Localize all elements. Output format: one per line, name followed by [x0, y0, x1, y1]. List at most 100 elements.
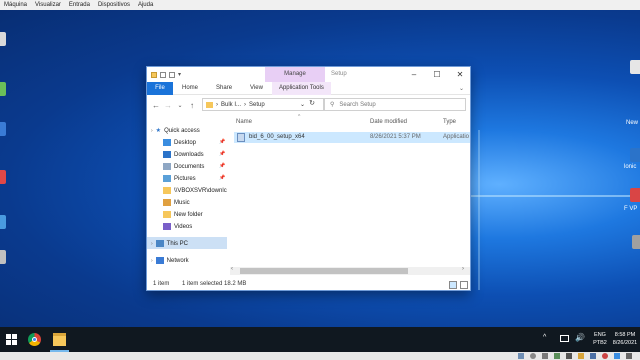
title-bar: ▾ Manage Setup – ☐ ✕ [147, 67, 470, 82]
pin-icon: 📌 [219, 163, 226, 169]
network-tray-icon[interactable] [560, 335, 569, 342]
vbox-network-icon[interactable] [554, 353, 560, 359]
tab-home[interactable]: Home [173, 85, 207, 91]
tab-share[interactable]: Share [207, 85, 241, 91]
vbox-audio-icon[interactable] [542, 353, 548, 359]
nav-downloads[interactable]: Downloads [163, 149, 204, 160]
desktop-icon-partial[interactable] [0, 82, 6, 96]
keyboard-layout: PTB2 [593, 340, 607, 346]
downloads-icon [163, 151, 171, 158]
status-item-count: 1 item [153, 281, 170, 287]
column-header-type[interactable]: Type [443, 119, 456, 125]
desktop-icon-fvp[interactable] [630, 188, 640, 202]
details-view-icon[interactable] [449, 281, 457, 289]
nav-quick-access[interactable]: › ★ Quick access [151, 125, 200, 136]
clock[interactable]: 8:58 PM 8/26/2021 [610, 331, 640, 347]
file-explorer-icon[interactable] [53, 333, 66, 346]
vbox-mouse-icon[interactable] [626, 353, 632, 359]
tab-file[interactable]: File [147, 81, 173, 95]
folder-icon [151, 71, 157, 78]
status-bar: 1 item 1 item selected 18.2 MB [147, 279, 470, 291]
language-indicator[interactable]: ENG PTB2 [590, 331, 610, 347]
menu-dispositivos[interactable]: Dispositivos [94, 2, 134, 8]
setup-exe-icon [237, 133, 245, 142]
vbox-cpu-icon[interactable] [614, 353, 620, 359]
nav-label: Pictures [174, 175, 196, 182]
pin-icon: 📌 [219, 151, 226, 157]
file-explorer-window: ▾ Manage Setup – ☐ ✕ File Home Share Vie… [146, 66, 471, 291]
nav-this-pc[interactable]: › This PC [151, 238, 188, 249]
vbox-disk-icon[interactable] [518, 353, 524, 359]
file-date: 8/26/2021 5:37 PM [370, 134, 421, 140]
nav-vboxsvr-share[interactable]: \\VBOXSVR\downlc [163, 185, 227, 196]
column-header-name[interactable]: Name [236, 119, 252, 125]
nav-music[interactable]: Music [163, 197, 190, 208]
nav-pictures[interactable]: Pictures [163, 173, 196, 184]
menu-visualizar[interactable]: Visualizar [31, 2, 65, 8]
desktop-icon-partial[interactable] [0, 32, 6, 46]
refresh-icon[interactable]: ↻ [306, 98, 318, 110]
qat-dropdown-icon[interactable]: ▾ [178, 71, 181, 78]
menu-maquina[interactable]: Máquina [0, 2, 31, 8]
nav-network[interactable]: › Network [151, 255, 189, 266]
vbox-optical-icon[interactable] [530, 353, 536, 359]
desktop-icon-partial[interactable] [632, 235, 640, 249]
expand-chevron-icon[interactable]: › [151, 128, 153, 134]
up-arrow-icon[interactable]: ↑ [186, 101, 198, 110]
vbox-display-icon[interactable] [590, 353, 596, 359]
tab-application-tools[interactable]: Application Tools [271, 81, 331, 95]
scrollbar-thumb[interactable] [240, 268, 408, 274]
nav-label: Videos [174, 223, 193, 230]
address-dropdown-icon[interactable]: ⌄ [300, 101, 305, 108]
new-folder-icon[interactable] [169, 71, 175, 78]
forward-arrow-icon[interactable]: → [162, 101, 174, 110]
large-icons-view-icon[interactable] [460, 281, 468, 289]
expand-chevron-icon[interactable]: › [151, 241, 153, 247]
nav-desktop[interactable]: Desktop [163, 137, 196, 148]
breadcrumb-setup[interactable]: Setup [249, 102, 265, 108]
desktop-icon-partial[interactable] [0, 215, 6, 229]
sort-arrow-icon: ^ [298, 114, 301, 120]
vbox-usb-icon[interactable] [566, 353, 572, 359]
expand-ribbon-icon[interactable]: ⌄ [459, 85, 464, 92]
tray-overflow-icon[interactable]: ^ [543, 334, 546, 341]
vbox-capture-icon[interactable] [602, 353, 608, 359]
column-header-date[interactable]: Date modified [370, 119, 407, 125]
back-arrow-icon[interactable]: ← [150, 101, 162, 110]
breadcrumb-bulk[interactable]: Bulk I... [221, 102, 241, 108]
desktop-icon-partial[interactable] [0, 122, 6, 136]
minimize-button[interactable]: – [403, 67, 425, 82]
vbox-menu-bar: Máquina Visualizar Entrada Dispositivos … [0, 0, 640, 10]
scroll-left-icon[interactable]: ‹ [231, 266, 233, 272]
menu-entrada[interactable]: Entrada [65, 2, 94, 8]
properties-icon[interactable] [160, 71, 166, 78]
search-input[interactable]: ⚲ Search Setup [324, 98, 466, 111]
vbox-shared-folder-icon[interactable] [578, 353, 584, 359]
chrome-icon[interactable] [28, 333, 41, 346]
desktop-icon-partial[interactable] [0, 250, 6, 264]
close-button[interactable]: ✕ [449, 67, 471, 82]
desktop-icon-partial[interactable] [0, 170, 6, 184]
start-windows-icon[interactable] [6, 334, 17, 345]
nav-label: Quick access [164, 127, 200, 134]
nav-label: \\VBOXSVR\downlc [174, 187, 227, 194]
expand-chevron-icon[interactable]: › [151, 258, 153, 264]
desktop-icon-lonic[interactable] [630, 148, 640, 162]
computer-icon [155, 240, 164, 247]
horizontal-scrollbar[interactable]: ‹ › [230, 266, 470, 275]
desktop-icon [163, 139, 171, 146]
volume-icon[interactable]: 🔊 [575, 333, 585, 342]
manage-contextual-tab[interactable]: Manage [265, 67, 325, 82]
tab-view[interactable]: View [241, 85, 272, 91]
file-row[interactable]: bid_6_00_setup_x64 8/26/2021 5:37 PM App… [234, 132, 470, 143]
nav-videos[interactable]: Videos [163, 221, 192, 232]
nav-documents[interactable]: Documents [163, 161, 204, 172]
file-list-pane: Name ^ Date modified Type bid_6_00_setup… [230, 114, 470, 275]
desktop-icon-new[interactable] [630, 60, 640, 74]
file-name: bid_6_00_setup_x64 [249, 134, 305, 140]
nav-new-folder[interactable]: New folder [163, 209, 203, 220]
recent-dropdown-icon[interactable]: ⌄ [174, 102, 186, 109]
scroll-right-icon[interactable]: › [462, 266, 464, 272]
maximize-button[interactable]: ☐ [426, 67, 448, 82]
menu-ajuda[interactable]: Ajuda [134, 2, 157, 8]
